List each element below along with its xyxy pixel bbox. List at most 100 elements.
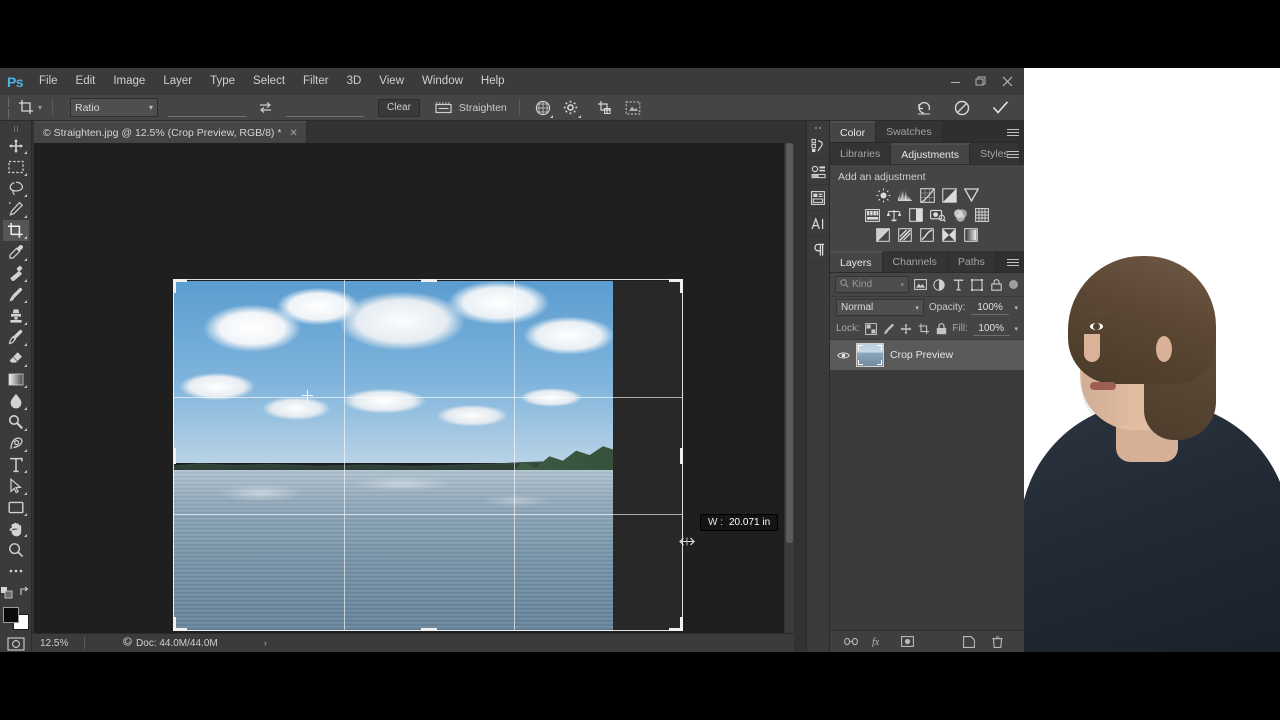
lock-all-icon[interactable] xyxy=(935,321,947,336)
new-layer-icon[interactable] xyxy=(962,635,976,649)
character-panel-icon[interactable] xyxy=(807,211,829,237)
lock-transparent-pixels-icon[interactable] xyxy=(865,321,878,336)
tab-swatches[interactable]: Swatches xyxy=(876,121,943,142)
history-brush-tool[interactable] xyxy=(3,327,29,348)
blur-droplet-icon[interactable] xyxy=(3,390,29,411)
black-white-icon[interactable] xyxy=(908,207,925,223)
properties-panel-icon[interactable] xyxy=(807,159,829,185)
filter-smart-object-icon[interactable] xyxy=(988,277,1004,293)
levels-icon[interactable] xyxy=(897,187,914,203)
gradient-map-icon[interactable] xyxy=(941,227,958,243)
opacity-value[interactable]: 100% xyxy=(970,300,1010,315)
crop-delete-pixels-icon[interactable] xyxy=(593,97,617,119)
brush-tool[interactable] xyxy=(3,284,29,305)
menu-item-type[interactable]: Type xyxy=(201,68,244,95)
clone-stamp-tool[interactable] xyxy=(3,305,29,326)
selective-color-icon[interactable] xyxy=(963,227,980,243)
color-balance-icon[interactable] xyxy=(886,207,903,223)
restore-button[interactable] xyxy=(968,68,994,95)
filter-adjustment-icon[interactable] xyxy=(931,277,947,293)
curves-icon[interactable] xyxy=(919,187,936,203)
filter-type-icon[interactable] xyxy=(950,277,966,293)
panel-menu-icon[interactable] xyxy=(1007,256,1019,268)
reset-icon[interactable] xyxy=(912,97,936,119)
delete-layer-icon[interactable] xyxy=(990,635,1004,649)
minimize-button[interactable] xyxy=(942,68,968,95)
rectangular-marquee-tool[interactable] xyxy=(3,156,29,177)
filter-shape-icon[interactable] xyxy=(969,277,985,293)
layer-style-fx-icon[interactable]: fx xyxy=(872,635,886,649)
close-icon[interactable]: ✕ xyxy=(289,128,297,139)
tab-libraries[interactable]: Libraries xyxy=(830,143,892,164)
content-aware-fill-icon[interactable] xyxy=(621,97,645,119)
panel-menu-icon[interactable] xyxy=(1007,126,1019,138)
menu-item-edit[interactable]: Edit xyxy=(67,68,105,95)
straighten-icon[interactable] xyxy=(432,97,456,119)
tab-adjustments[interactable]: Adjustments xyxy=(891,143,971,164)
hand-tool[interactable] xyxy=(3,518,29,539)
tab-color[interactable]: Color xyxy=(830,121,877,142)
tools-panel-grip[interactable] xyxy=(8,125,24,133)
layer-kind-filter[interactable]: Kind ▾ xyxy=(835,276,909,293)
eyedropper-tool[interactable] xyxy=(3,241,29,262)
close-button[interactable] xyxy=(994,68,1020,95)
foreground-color-swatch[interactable] xyxy=(2,606,19,623)
image-canvas[interactable]: W : 20.071 in xyxy=(34,143,784,633)
menu-item-select[interactable]: Select xyxy=(244,68,294,95)
crop-tool-preset-icon[interactable]: ▾ xyxy=(15,97,45,119)
healing-brush-tool[interactable] xyxy=(3,263,29,284)
fill-value[interactable]: 100% xyxy=(972,321,1010,336)
zoom-level[interactable]: 12.5% xyxy=(32,638,84,649)
collapse-panels-icon[interactable] xyxy=(811,123,825,133)
filter-toggle-icon[interactable] xyxy=(1009,280,1018,289)
clear-button[interactable]: Clear xyxy=(378,98,420,117)
menu-item-help[interactable]: Help xyxy=(472,68,514,95)
crop-width-input[interactable] xyxy=(168,98,246,117)
blend-mode-select[interactable]: Normal ▾ xyxy=(836,299,924,316)
link-layers-icon[interactable] xyxy=(844,635,858,649)
tab-paths[interactable]: Paths xyxy=(947,251,996,272)
rectangle-tool[interactable] xyxy=(3,497,29,518)
history-panel-icon[interactable] xyxy=(807,133,829,159)
tab-channels[interactable]: Channels xyxy=(882,251,948,272)
eye-icon[interactable] xyxy=(836,351,850,360)
default-colors-icon[interactable] xyxy=(0,585,13,602)
straighten-label[interactable]: Straighten xyxy=(459,102,507,114)
crop-ratio-select[interactable]: Ratio ▾ xyxy=(70,98,158,117)
threshold-icon[interactable] xyxy=(919,227,936,243)
lock-image-pixels-icon[interactable] xyxy=(882,321,894,336)
commit-checkmark-icon[interactable] xyxy=(988,97,1012,119)
document-size-info[interactable]: Doc: 44.0M/44.0M › xyxy=(85,637,267,649)
lasso-tool[interactable] xyxy=(3,178,29,199)
filter-pixel-icon[interactable] xyxy=(912,277,928,293)
gradient-tool[interactable] xyxy=(3,369,29,390)
eraser-tool[interactable] xyxy=(3,348,29,369)
brightness-contrast-icon[interactable] xyxy=(875,187,892,203)
layer-thumbnail[interactable] xyxy=(856,343,884,367)
foreground-background-color-swatches[interactable] xyxy=(2,606,29,630)
type-t-icon[interactable] xyxy=(3,454,29,475)
chevron-down-icon[interactable]: ▾ xyxy=(1014,304,1018,312)
status-expand-arrow-icon[interactable]: › xyxy=(264,638,267,648)
swap-width-height-button[interactable] xyxy=(254,98,276,118)
crop-height-input[interactable] xyxy=(286,98,364,117)
dodge-tool[interactable] xyxy=(3,412,29,433)
gear-icon[interactable] xyxy=(559,97,583,119)
edit-toolbar-ellipsis-icon[interactable] xyxy=(3,561,29,582)
table-row[interactable]: Crop Preview xyxy=(830,339,1024,371)
menu-item-image[interactable]: Image xyxy=(104,68,154,95)
crop-overlay-grid-icon[interactable] xyxy=(531,97,555,119)
document-tab[interactable]: © Straighten.jpg @ 12.5% (Crop Preview, … xyxy=(34,121,307,143)
info-panel-icon[interactable] xyxy=(807,185,829,211)
canvas-vscroll-thumb[interactable] xyxy=(786,143,793,543)
posterize-icon[interactable] xyxy=(897,227,914,243)
tab-layers[interactable]: Layers xyxy=(830,251,883,272)
menu-item-3d[interactable]: 3D xyxy=(338,68,371,95)
add-layer-mask-icon[interactable] xyxy=(900,635,914,649)
quick-selection-tool[interactable] xyxy=(3,199,29,220)
photo-filter-icon[interactable] xyxy=(930,207,947,223)
chevron-down-icon[interactable]: ▾ xyxy=(1015,325,1019,333)
cancel-icon[interactable] xyxy=(950,97,974,119)
panel-menu-icon[interactable] xyxy=(1007,148,1019,160)
hue-saturation-icon[interactable] xyxy=(864,207,881,223)
